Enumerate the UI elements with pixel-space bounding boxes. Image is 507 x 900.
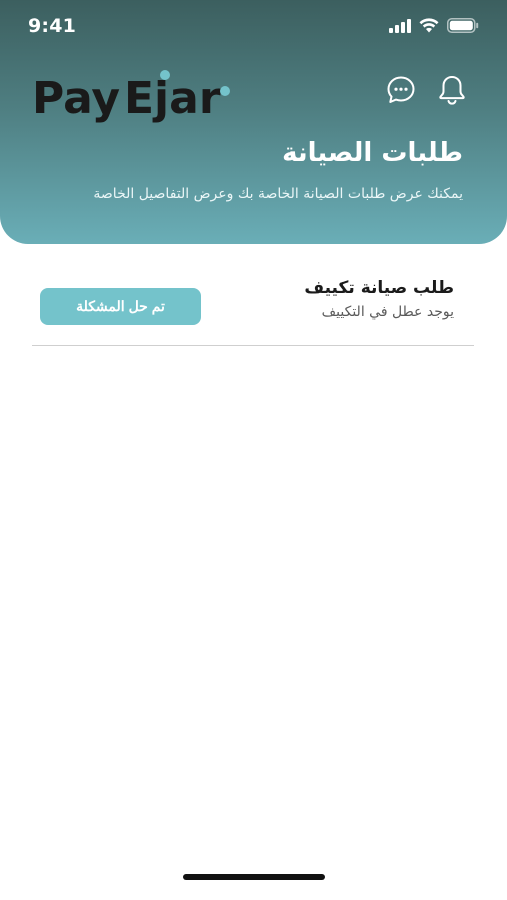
chat-button[interactable]: [384, 73, 418, 107]
request-description: يوجد عطل في التكييف: [321, 304, 454, 320]
status-time: 9:41: [28, 15, 77, 37]
home-indicator[interactable]: [183, 874, 325, 880]
logo-dot-left: [160, 70, 170, 80]
logo-dot-right: [220, 86, 230, 96]
page-subtitle: يمكنك عرض طلبات الصيانة الخاصة بك وعرض ا…: [93, 186, 463, 202]
maintenance-requests-screen: 9:41 Pay Ejar طلبات الصيانة يمكنك عرض طل…: [0, 0, 507, 900]
notifications-button[interactable]: [435, 73, 469, 107]
status-badge-button[interactable]: تم حل المشكلة: [40, 288, 201, 325]
wifi-icon: [419, 18, 439, 33]
request-title: طلب صيانة تكييف: [304, 278, 454, 298]
battery-icon: [447, 18, 479, 33]
chat-bubble-icon: [387, 76, 415, 103]
logo-text-ejar: Ejar: [124, 73, 221, 124]
logo-text-pay: Pay: [32, 73, 120, 124]
cellular-signal-icon: [389, 18, 411, 33]
bell-icon: [439, 76, 465, 105]
payejar-logo: Pay Ejar: [32, 64, 232, 128]
page-title: طلبات الصيانة: [282, 138, 463, 168]
status-icons: [389, 18, 479, 33]
list-item[interactable]: طلب صيانة تكييف يوجد عطل في التكييف تم ح…: [32, 272, 474, 346]
header: 9:41 Pay Ejar طلبات الصيانة يمكنك عرض طل…: [0, 0, 507, 244]
